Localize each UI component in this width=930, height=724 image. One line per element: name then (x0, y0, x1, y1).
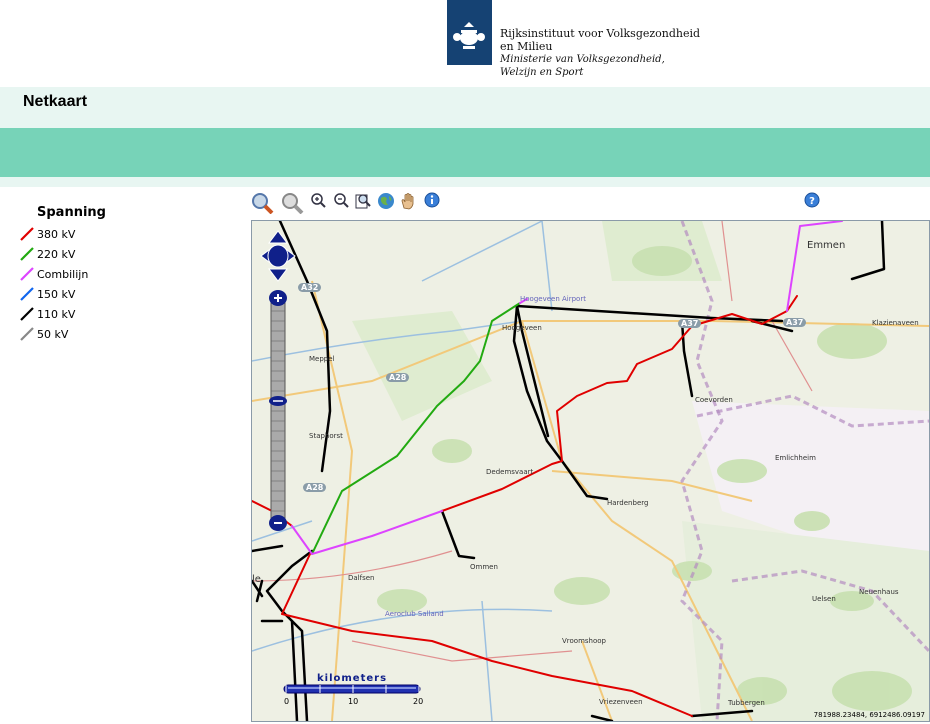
scale-bar: kilometers 0 10 20 (282, 673, 424, 711)
zoom-extent-icon[interactable] (355, 192, 375, 212)
place-label: Dalfsen (348, 574, 375, 582)
place-label: Emmen (807, 240, 846, 251)
place-label: le (252, 574, 261, 585)
legend-swatch-icon (20, 287, 34, 301)
place-label: Hoogeveen Airport (520, 295, 586, 303)
legend-swatch-icon (20, 307, 34, 321)
legend-label: Combilijn (37, 267, 89, 281)
title-band (0, 87, 930, 128)
place-label: Emlichheim (775, 454, 816, 462)
road-shield: A37 (678, 319, 702, 328)
scale-unit: kilometers (317, 673, 388, 684)
legend: Spanning 380 kV 220 kV Combilijn 150 kV 110 … (20, 205, 106, 344)
place-label: Coevorden (695, 396, 733, 404)
legend-label: 380 kV (37, 227, 76, 241)
zoom-out-icon[interactable] (333, 192, 353, 212)
road-shield: A28 (303, 483, 327, 492)
map-view[interactable]: Emmen Hoogeveen Hoogeveen Airport Klazie… (251, 220, 930, 722)
place-label: Klazienaveen (872, 319, 919, 327)
place-label: Dedemsvaart (486, 468, 534, 476)
place-label: Uelsen (812, 595, 836, 603)
legend-item: Combilijn (20, 264, 106, 284)
pan-up-icon (268, 230, 288, 244)
zoom-slider[interactable] (269, 289, 287, 533)
legend-item: 220 kV (20, 244, 106, 264)
globe-icon[interactable] (377, 192, 397, 212)
place-label: Staphorst (309, 432, 343, 440)
legend-heading: Spanning (37, 205, 106, 220)
map-toolbar: ? (250, 192, 850, 215)
place-label: Neuenhaus (859, 588, 899, 596)
svg-text:?: ? (809, 196, 815, 207)
place-label: Meppel (309, 355, 335, 363)
help-icon[interactable]: ? (804, 192, 824, 212)
legend-label: 110 kV (37, 307, 76, 321)
info-icon[interactable] (424, 192, 444, 212)
pan-hand-icon[interactable] (400, 192, 420, 212)
place-label: Hoogeveen (502, 324, 542, 332)
legend-label: 150 kV (37, 287, 76, 301)
legend-swatch-icon (20, 267, 34, 281)
legend-swatch-icon (20, 247, 34, 261)
scale-tick-label: 10 (348, 697, 359, 706)
legend-item: 380 kV (20, 224, 106, 244)
scale-tick-label: 0 (284, 697, 290, 706)
place-label: Ommen (470, 563, 498, 571)
accent-band (0, 128, 930, 177)
legend-label: 50 kV (37, 327, 69, 341)
road-shield: A28 (386, 373, 410, 382)
mouse-coordinates: 781988.23484, 6912486.09197 (813, 711, 925, 719)
legend-swatch-icon (20, 327, 34, 341)
place-label: Hardenberg (607, 499, 649, 507)
organization-name: Rijksinstituut voor Volksgezondheid en M… (500, 27, 701, 78)
place-label: Vriezenveen (599, 698, 643, 706)
zoom-out-box-icon[interactable] (280, 192, 304, 215)
legend-label: 220 kV (37, 247, 76, 261)
legend-swatch-icon (20, 227, 34, 241)
rijksoverheid-logo (447, 0, 492, 65)
road-shield: A37 (783, 318, 807, 327)
map-base-layer (252, 221, 929, 721)
place-label: Aeroclub Salland (385, 610, 444, 618)
pan-down-icon (268, 268, 288, 282)
place-label: Vroomshoop (562, 637, 606, 645)
legend-item: 50 kV (20, 324, 106, 344)
legend-item: 110 kV (20, 304, 106, 324)
place-label: Tubbergen (728, 699, 765, 707)
pan-control[interactable] (260, 229, 296, 283)
zoom-in-icon[interactable] (310, 192, 330, 212)
scale-tick-label: 20 (413, 697, 424, 706)
legend-item: 150 kV (20, 284, 106, 304)
page-title: Netkaart (23, 93, 88, 110)
road-shield: A32 (298, 283, 322, 292)
zoom-in-box-icon[interactable] (250, 192, 274, 215)
light-band (0, 177, 930, 187)
